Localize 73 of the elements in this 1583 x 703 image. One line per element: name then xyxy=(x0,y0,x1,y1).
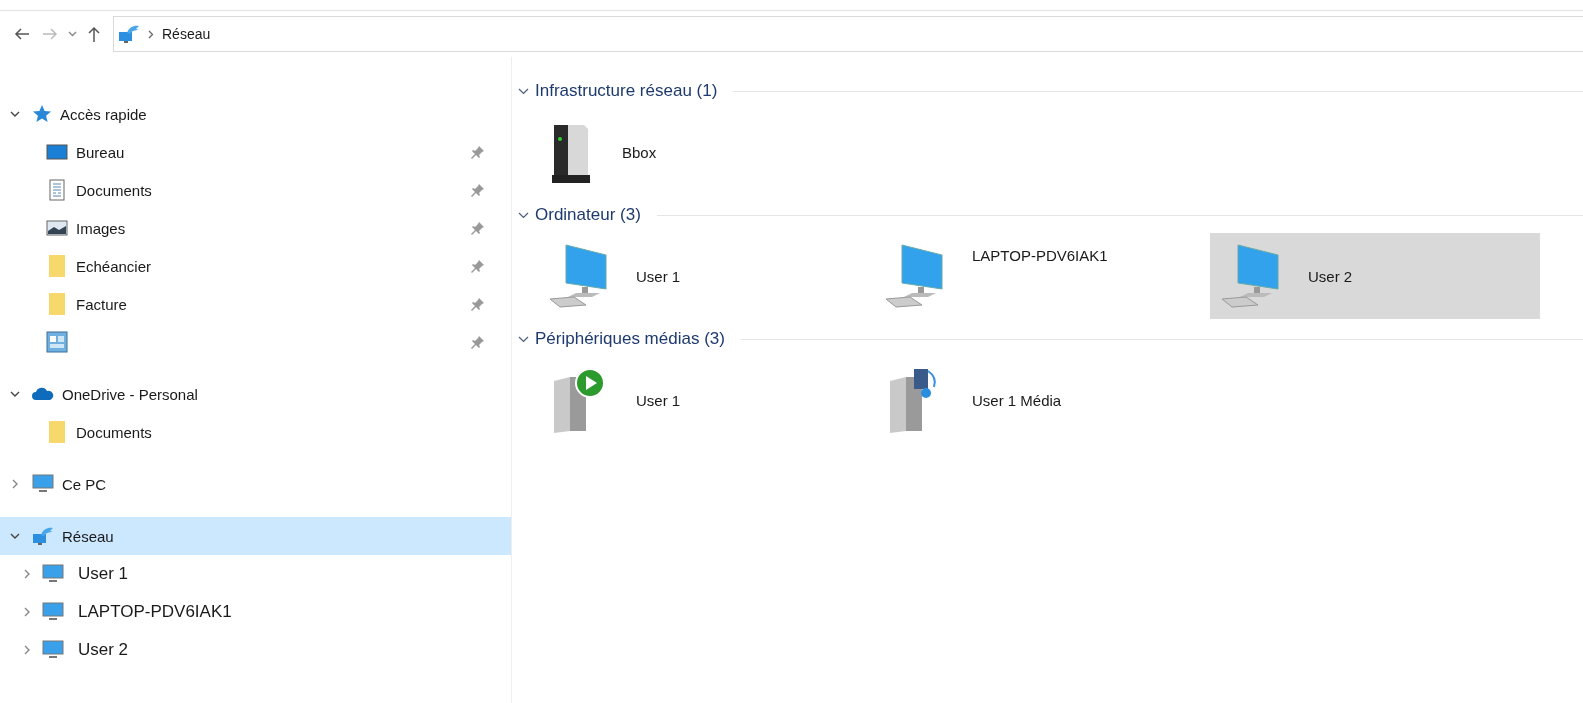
tree-item[interactable]: Bureau xyxy=(0,133,511,171)
folder-icon xyxy=(46,254,68,278)
desktop-icon xyxy=(46,143,68,161)
image-icon xyxy=(46,219,68,237)
tree-item[interactable]: Echéancier xyxy=(0,247,511,285)
network-item[interactable]: LAPTOP-PDV6IAK1 xyxy=(874,233,1210,319)
tree-item[interactable]: User 1 xyxy=(0,555,511,593)
chevron-icon xyxy=(148,29,154,39)
tree-item[interactable]: User 2 xyxy=(0,631,511,669)
expand-icon[interactable] xyxy=(10,390,20,398)
expand-icon[interactable] xyxy=(10,110,20,118)
tree-item[interactable]: Facture xyxy=(0,285,511,323)
network-item[interactable]: User 1 Média xyxy=(874,357,1210,443)
monitor-icon xyxy=(42,640,64,660)
tree-label: User 2 xyxy=(78,640,129,660)
tree-item[interactable]: Documents xyxy=(0,171,511,209)
group-header[interactable]: Périphériques médias (3) xyxy=(518,327,1583,351)
tree-label: Facture xyxy=(76,295,127,313)
pin-icon[interactable] xyxy=(471,183,485,197)
folder-icon xyxy=(46,420,68,444)
pin-icon[interactable] xyxy=(471,259,485,273)
monitor-icon xyxy=(32,474,54,494)
up-icon[interactable] xyxy=(87,25,101,43)
tree-item[interactable]: Ce PC xyxy=(0,465,511,503)
document-icon xyxy=(46,179,68,201)
cloud-icon xyxy=(32,387,54,401)
tree-label: Documents xyxy=(76,181,152,199)
tree-label: Ce PC xyxy=(62,475,107,493)
expand-icon xyxy=(518,211,529,219)
collapse-icon[interactable] xyxy=(22,569,32,579)
tree-item[interactable]: Réseau xyxy=(0,517,511,555)
pin-icon[interactable] xyxy=(471,335,485,349)
tree-label: LAPTOP-PDV6IAK1 xyxy=(78,602,232,622)
network-item[interactable]: User 1 xyxy=(538,357,874,443)
panel-icon xyxy=(46,331,68,353)
forward-icon[interactable] xyxy=(42,27,58,41)
back-icon[interactable] xyxy=(14,27,30,41)
collapse-icon[interactable] xyxy=(22,607,32,617)
network-icon xyxy=(32,526,54,546)
tree-label: Réseau xyxy=(62,527,114,545)
star-icon xyxy=(32,104,52,124)
tree-label: Documents xyxy=(76,423,152,441)
collapse-icon[interactable] xyxy=(22,645,32,655)
dropdown-icon[interactable] xyxy=(68,31,77,37)
pin-icon[interactable] xyxy=(471,221,485,235)
tree-label: Echéancier xyxy=(76,257,152,275)
pin-icon[interactable] xyxy=(471,297,485,311)
tree-item[interactable]: Images xyxy=(0,209,511,247)
address-bar[interactable]: Réseau xyxy=(113,16,1583,52)
pin-icon[interactable] xyxy=(471,145,485,159)
tree-label: User 1 xyxy=(78,564,129,584)
network-item[interactable]: User 1 xyxy=(538,233,874,319)
tree-item[interactable]: LAPTOP-PDV6IAK1 xyxy=(0,593,511,631)
expand-icon[interactable] xyxy=(10,532,20,540)
tree-label: Bureau xyxy=(76,143,125,161)
tree-item[interactable]: OneDrive - Personal xyxy=(0,375,511,413)
group-header[interactable]: Infrastructure réseau (1) xyxy=(518,79,1583,103)
folder-icon xyxy=(46,292,68,316)
tree-label: Accès rapide xyxy=(60,105,147,123)
collapse-icon[interactable] xyxy=(10,479,20,489)
network-item[interactable]: User 2 xyxy=(1210,233,1540,319)
monitor-icon xyxy=(42,564,64,584)
group-header[interactable]: Ordinateur (3) xyxy=(518,203,1583,227)
expand-icon xyxy=(518,87,529,95)
network-item[interactable]: Bbox xyxy=(538,109,874,195)
tree-item[interactable]: Accès rapide xyxy=(0,95,511,133)
tree-item[interactable]: Documents xyxy=(0,413,511,451)
expand-icon xyxy=(518,335,529,343)
network-icon xyxy=(118,24,140,44)
tree-label: OneDrive - Personal xyxy=(62,385,198,403)
monitor-icon xyxy=(42,602,64,622)
address-location: Réseau xyxy=(162,26,211,42)
tree-label: Images xyxy=(76,219,126,237)
